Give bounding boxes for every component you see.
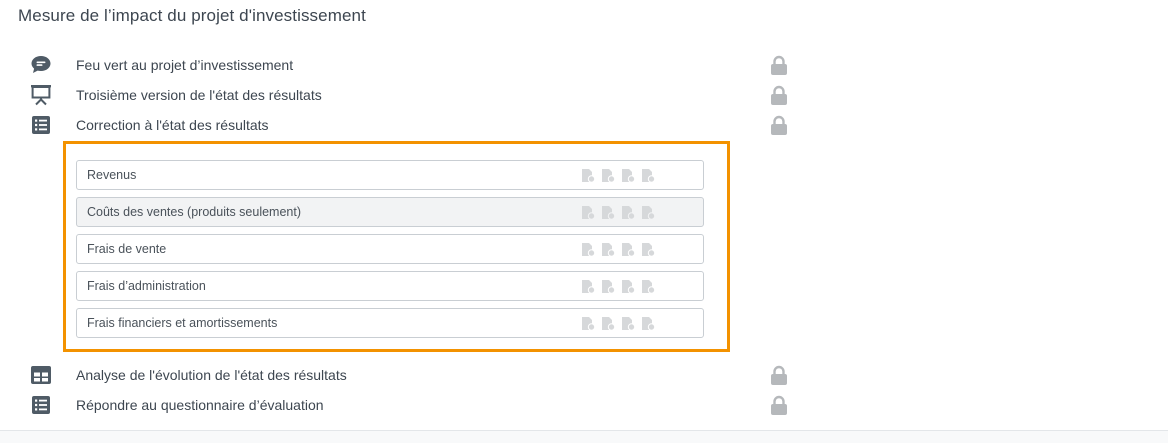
document-status-icons [581,242,655,257]
list-document-icon [28,112,54,138]
document-icon [642,280,655,294]
document-icon [622,243,635,257]
document-status-icons [581,279,655,294]
task-label: Analyse de l'évolution de l'état des rés… [76,367,347,383]
document-icon [642,169,655,183]
document-icon [582,317,595,331]
document-icon [602,280,615,294]
task-feu-vert[interactable]: Feu vert au projet d’investissement [28,52,798,78]
sub-item-revenus[interactable]: Revenus [76,160,704,190]
list-document-icon [28,392,54,418]
document-icon [602,317,615,331]
document-icon [582,169,595,183]
document-icon [622,280,635,294]
task-label: Correction à l'état des résultats [76,117,269,133]
sub-item-label: Coûts des ventes (produits seulement) [87,205,301,219]
document-icon [642,317,655,331]
sub-item-frais-financiers[interactable]: Frais financiers et amortissements [76,308,704,338]
lock-icon [768,114,790,136]
task-questionnaire-evaluation[interactable]: Répondre au questionnaire d’évaluation [28,392,798,418]
sub-item-label: Frais d’administration [87,279,206,293]
sub-item-label: Revenus [87,168,137,182]
document-icon [602,169,615,183]
document-icon [582,206,595,220]
lock-icon [768,54,790,76]
document-icon [602,243,615,257]
document-icon [642,243,655,257]
sub-item-label: Frais de vente [87,242,167,256]
document-icon [622,317,635,331]
table-grid-icon [28,362,54,388]
document-status-icons [581,168,655,183]
lock-icon [768,364,790,386]
sub-item-couts-des-ventes[interactable]: Coûts des ventes (produits seulement) [76,197,704,227]
document-icon [582,243,595,257]
task-label: Répondre au questionnaire d’évaluation [76,397,324,413]
document-icon [602,206,615,220]
lock-icon [768,84,790,106]
document-icon [582,280,595,294]
sub-item-frais-de-vente[interactable]: Frais de vente [76,234,704,264]
task-troisieme-version[interactable]: Troisième version de l'état des résultat… [28,82,798,108]
footer-divider [0,430,1168,443]
task-correction[interactable]: Correction à l'état des résultats [28,112,798,138]
document-icon [622,169,635,183]
chat-bubble-icon [28,52,54,78]
sub-item-frais-administration[interactable]: Frais d’administration [76,271,704,301]
document-icon [622,206,635,220]
sub-item-label: Frais financiers et amortissements [87,316,278,330]
document-status-icons [581,205,655,220]
task-analyse-evolution[interactable]: Analyse de l'évolution de l'état des rés… [28,362,798,388]
lock-icon [768,394,790,416]
document-status-icons [581,316,655,331]
section-title: Mesure de l’impact du projet d'investiss… [18,6,366,25]
task-label: Troisième version de l'état des résultat… [76,87,322,103]
presentation-board-icon [28,82,54,108]
task-label: Feu vert au projet d’investissement [76,57,294,73]
document-icon [642,206,655,220]
